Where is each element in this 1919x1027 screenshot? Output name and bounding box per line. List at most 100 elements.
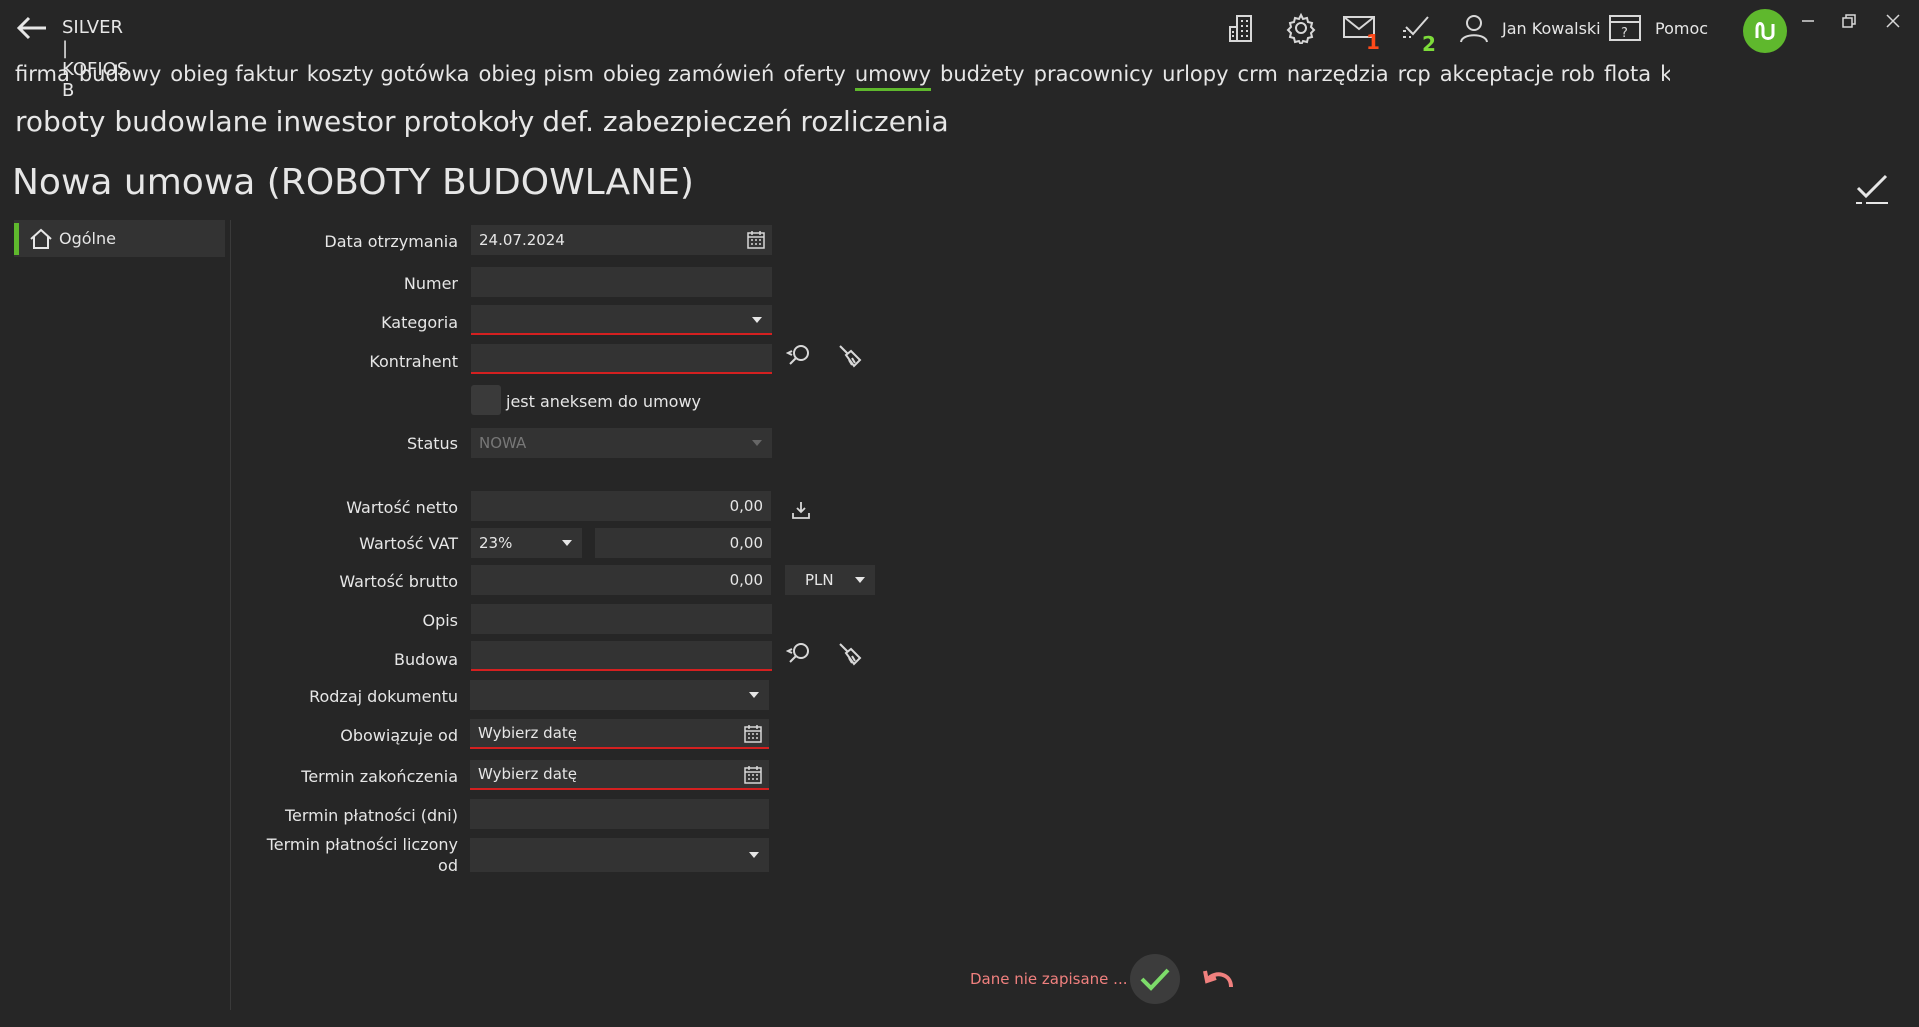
aneks-checkbox[interactable] (471, 385, 501, 415)
minimize-icon (1802, 20, 1814, 22)
termin-liczony-label-line2: od (438, 856, 458, 875)
broom-icon (839, 643, 862, 666)
nav-urlopy[interactable]: urlopy (1162, 62, 1228, 86)
check-icon (1140, 968, 1170, 991)
termin-liczony-label: Termin płatności liczony od (218, 834, 458, 876)
rodzaj-dokumentu-select[interactable] (470, 680, 769, 710)
nav-budowy[interactable]: budowy (79, 62, 161, 86)
termin-zakonczenia-field[interactable]: Wybierz datę (470, 760, 769, 790)
aneks-label: jest aneksem do umowy (506, 392, 701, 411)
kategoria-select[interactable] (471, 305, 772, 335)
building-icon (1229, 15, 1252, 42)
subnav-roboty-budowlane[interactable]: roboty budowlane (15, 105, 268, 138)
data-otrzymania-field[interactable]: 24.07.2024 (471, 225, 772, 255)
subnav-inwestor[interactable]: inwestor (276, 105, 396, 138)
nav-rcp[interactable]: rcp (1398, 62, 1431, 86)
gear-icon (1286, 12, 1316, 44)
close-button[interactable] (1878, 8, 1908, 34)
termin-platnosci-label: Termin płatności (dni) (284, 806, 458, 825)
import-button[interactable] (786, 495, 816, 525)
back-button[interactable] (14, 12, 50, 44)
sub-nav: roboty budowlane inwestor protokoły def. za… (15, 105, 957, 138)
mail-count-badge: 1 (1366, 30, 1380, 54)
subnav-rozliczenia[interactable]: rozliczenia (800, 105, 948, 138)
help-link[interactable]: Pomoc (1655, 19, 1708, 38)
save-button[interactable] (1130, 954, 1180, 1004)
tasks-button[interactable]: 2 (1398, 10, 1436, 56)
nav-obieg-zamowien[interactable]: obieg zamówień (603, 62, 774, 86)
subnav-def-zabezpieczen[interactable]: def. zabezpieczeń (542, 105, 792, 138)
calendar-icon[interactable] (743, 724, 763, 744)
tasks-count-badge: 2 (1422, 32, 1436, 56)
data-otrzymania-value: 24.07.2024 (479, 231, 565, 249)
nav-firma[interactable]: firma (15, 62, 70, 86)
kontrahent-clear-button[interactable] (835, 341, 865, 371)
checkmark-icon (1856, 174, 1888, 204)
chevron-down-icon (749, 852, 759, 858)
logo-icon (1755, 22, 1775, 40)
kontrahent-search-button[interactable] (784, 341, 814, 371)
status-select: NOWA (471, 428, 772, 458)
restore-button[interactable] (1834, 8, 1864, 34)
wartosc-netto-input[interactable]: 0,00 (471, 491, 771, 521)
nav-obieg-pism[interactable]: obieg pism (478, 62, 594, 86)
nav-flota[interactable]: flota (1604, 62, 1651, 86)
user-button[interactable] (1455, 10, 1493, 46)
wartosc-brutto-input[interactable]: 0,00 (471, 565, 771, 595)
nav-oferty[interactable]: oferty (783, 62, 845, 86)
wartosc-netto-label: Wartość netto (346, 498, 458, 517)
restore-icon (1842, 14, 1856, 28)
nav-narzedzia[interactable]: narzędzia (1287, 62, 1389, 86)
currency-select[interactable]: PLN (785, 565, 875, 595)
mail-button[interactable]: 1 (1340, 10, 1380, 54)
help-icon-button[interactable]: ? (1606, 10, 1644, 46)
termin-platnosci-input[interactable] (470, 799, 769, 829)
chevron-down-icon (752, 440, 762, 446)
budowa-input[interactable] (471, 641, 772, 671)
chevron-down-icon (562, 540, 572, 546)
kategoria-label: Kategoria (381, 313, 458, 332)
termin-liczony-select[interactable] (470, 838, 769, 872)
obowiazuje-od-field[interactable]: Wybierz datę (470, 719, 769, 749)
budowa-clear-button[interactable] (835, 639, 865, 669)
nav-akceptacje-rob[interactable]: akceptacje rob (1440, 62, 1595, 86)
termin-zakonczenia-value: Wybierz datę (478, 765, 577, 783)
termin-zakonczenia-label: Termin zakończenia (301, 767, 458, 786)
rodzaj-dokumentu-label: Rodzaj dokumentu (309, 687, 458, 706)
confirm-all-button[interactable] (1852, 168, 1892, 208)
calendar-icon[interactable] (746, 230, 766, 250)
numer-input[interactable] (471, 267, 772, 297)
user-icon (1460, 15, 1488, 43)
undo-button[interactable] (1198, 958, 1240, 1000)
app-logo (1743, 9, 1787, 53)
nav-pracownicy[interactable]: pracownicy (1034, 62, 1154, 86)
nav-obieg-faktur[interactable]: obieg faktur (170, 62, 298, 86)
status-value: NOWA (479, 434, 527, 452)
data-otrzymania-label: Data otrzymania (324, 232, 458, 251)
kontrahent-input[interactable] (471, 344, 772, 374)
vat-rate-select[interactable]: 23% (471, 528, 582, 558)
calendar-icon[interactable] (743, 765, 763, 785)
wartosc-vat-input[interactable]: 0,00 (595, 528, 771, 558)
company-button[interactable] (1224, 10, 1262, 46)
active-indicator (14, 222, 19, 255)
obowiazuje-od-label: Obowiązuje od (340, 726, 458, 745)
subnav-protokoly[interactable]: protokoły (404, 105, 535, 138)
settings-button[interactable] (1282, 10, 1320, 46)
kontrahent-label: Kontrahent (369, 352, 458, 371)
page-title: Nowa umowa (ROBOTY BUDOWLANE) (12, 162, 694, 203)
sidebar-item-ogolne[interactable]: Ogólne (14, 220, 225, 257)
numer-label: Numer (403, 274, 458, 293)
nav-umowy[interactable]: umowy (854, 62, 932, 91)
minimize-button[interactable] (1793, 8, 1823, 34)
nav-koszty-gotowka[interactable]: koszty gotówka (307, 62, 470, 86)
nav-budzety[interactable]: budżety (940, 62, 1025, 86)
nav-konfiguracja[interactable]: konfiguracja (1660, 62, 1670, 86)
search-back-icon (786, 643, 809, 663)
nav-crm[interactable]: crm (1238, 62, 1278, 86)
budowa-search-button[interactable] (784, 639, 814, 669)
opis-input[interactable] (471, 604, 772, 634)
chevron-down-icon (749, 692, 759, 698)
budowa-label: Budowa (394, 650, 458, 669)
user-name[interactable]: Jan Kowalski (1502, 19, 1601, 38)
